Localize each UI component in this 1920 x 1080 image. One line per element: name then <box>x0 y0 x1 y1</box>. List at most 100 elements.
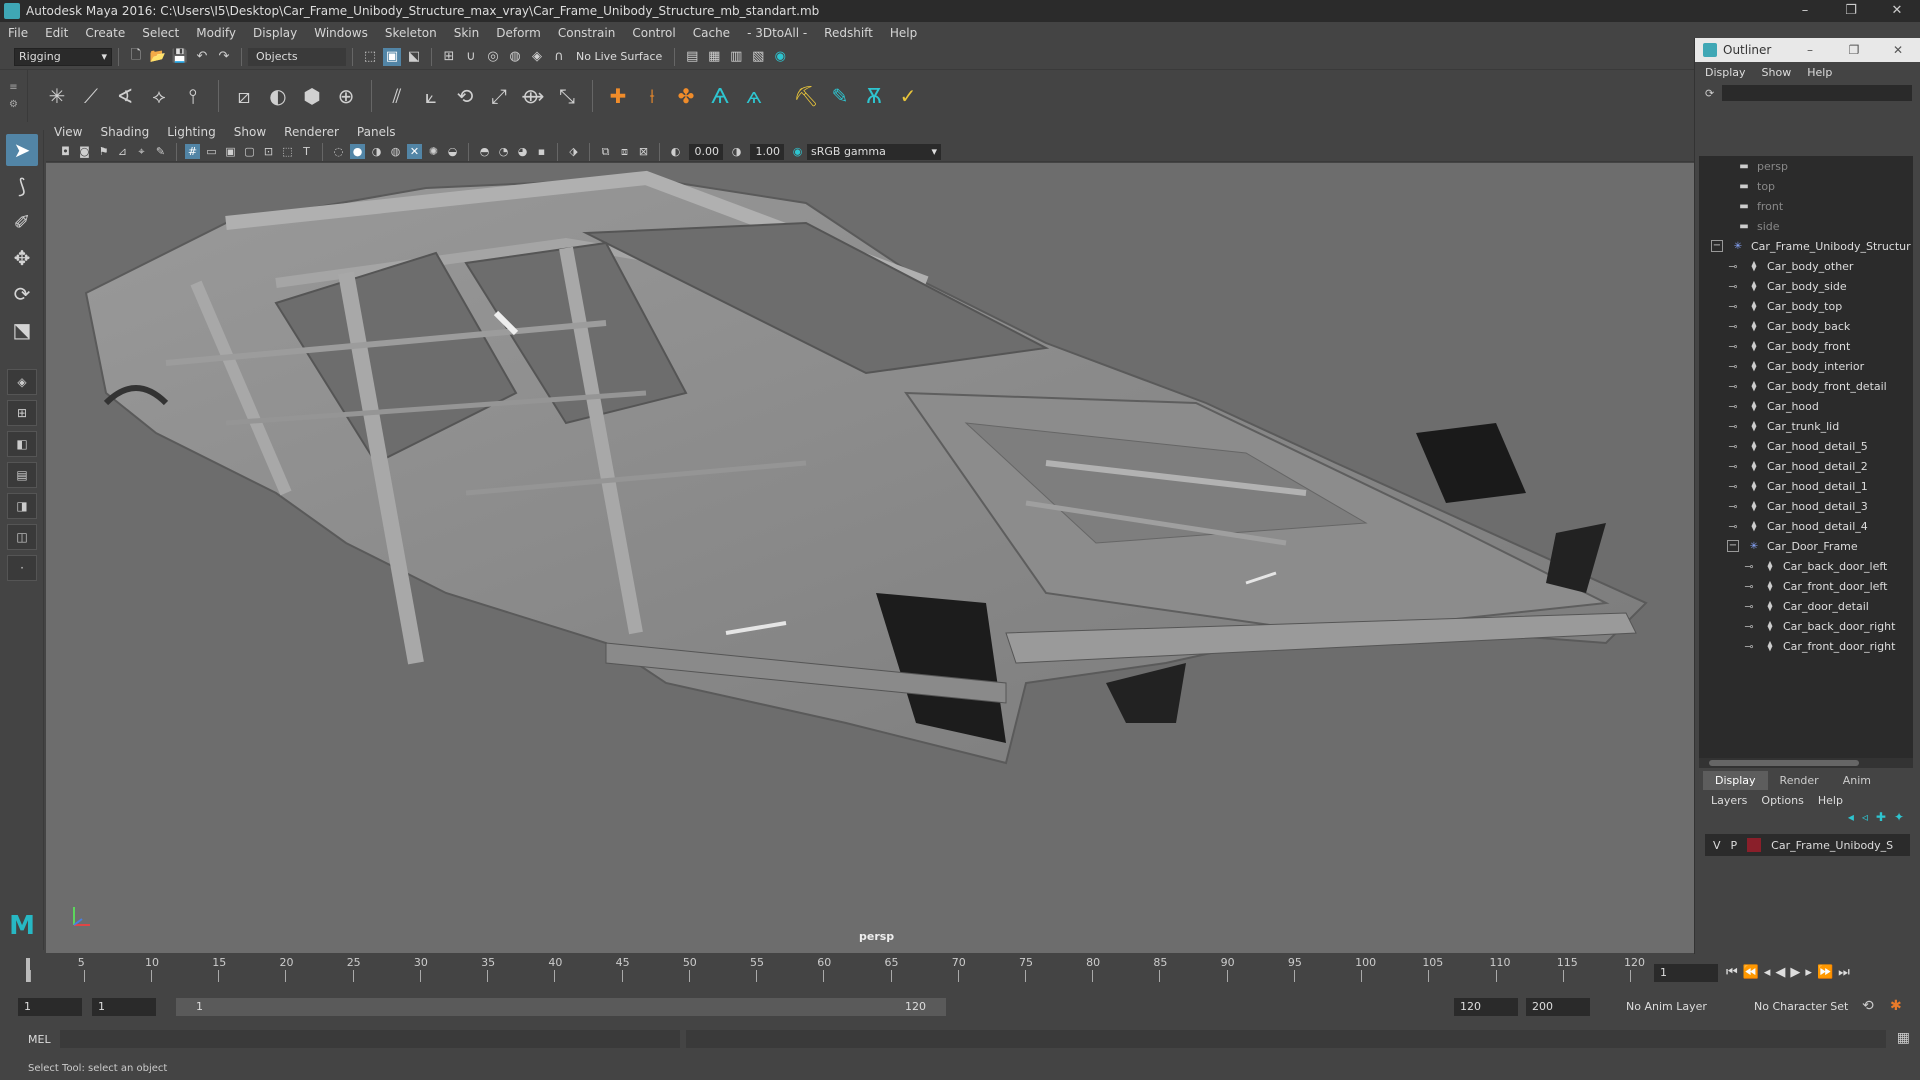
outliner-item[interactable]: ⊸ ⧫ Car_front_door_right <box>1699 636 1913 656</box>
persp-graph-layout-icon[interactable]: ▤ <box>7 462 37 488</box>
refresh-icon[interactable]: ⟳ <box>1705 87 1714 100</box>
motion-blur-icon[interactable]: ▪ <box>534 144 549 159</box>
menu-skin[interactable]: Skin <box>454 26 480 40</box>
cv-curve-icon[interactable]: ✤ <box>671 81 701 111</box>
current-time-indicator[interactable] <box>26 958 30 982</box>
four-view-layout-icon[interactable]: ⊞ <box>7 400 37 426</box>
outliner-menu-help[interactable]: Help <box>1807 66 1832 79</box>
exposure-field[interactable]: 0.00 <box>689 143 723 160</box>
insert-joint-icon[interactable]: ⟡ <box>144 81 174 111</box>
menu-windows[interactable]: Windows <box>314 26 368 40</box>
single-perspective-layout-icon[interactable]: ◈ <box>7 369 37 395</box>
view-transform-dropdown[interactable]: sRGB gamma ▾ <box>807 143 941 160</box>
cluster-icon[interactable]: ⊕ <box>331 81 361 111</box>
frame-all-icon[interactable]: ⧉ <box>598 144 613 159</box>
tab-display[interactable]: Display <box>1703 771 1768 790</box>
outliner-item[interactable]: ⊸ ⧫ Car_body_interior <box>1699 356 1913 376</box>
menuset-dropdown[interactable]: Rigging ▾ <box>14 47 112 66</box>
menu-redshift[interactable]: Redshift <box>824 26 873 40</box>
camera-attributes-icon[interactable]: ◙ <box>77 144 92 159</box>
ik-spline-icon[interactable]: ∢ <box>110 81 140 111</box>
outliner-search-input[interactable] <box>1722 85 1912 101</box>
script-editor-icon[interactable]: ▦ <box>1897 1030 1910 1046</box>
preferences-icon[interactable]: ✱ <box>1890 998 1902 1014</box>
redo-icon[interactable]: ↷ <box>215 48 233 66</box>
scrollbar-thumb[interactable] <box>1709 760 1859 766</box>
step-back-frame-icon[interactable]: ◂ <box>1764 965 1771 980</box>
wireframe-icon[interactable]: ◌ <box>331 144 346 159</box>
screen-space-ao-icon[interactable]: ◕ <box>515 144 530 159</box>
outliner-menu-show[interactable]: Show <box>1762 66 1792 79</box>
resolution-gate-icon[interactable]: ▣ <box>223 144 238 159</box>
live-surface-label[interactable]: No Live Surface <box>576 50 662 63</box>
command-input[interactable] <box>60 1030 680 1048</box>
snap-curve-icon[interactable]: ∪ <box>462 48 480 66</box>
xray-joints-icon[interactable]: ✺ <box>426 144 441 159</box>
rotate-tool-icon[interactable]: ⟳ <box>6 278 38 310</box>
hud-icon[interactable]: ⊠ <box>636 144 651 159</box>
viewport-menu-lighting[interactable]: Lighting <box>167 125 216 139</box>
menu-create[interactable]: Create <box>85 26 125 40</box>
play-backwards-icon[interactable]: ◀ <box>1775 965 1785 980</box>
paint-select-icon[interactable]: ✐ <box>6 206 38 238</box>
safe-title-icon[interactable]: T <box>299 144 314 159</box>
color-management-icon[interactable]: ◉ <box>790 144 805 159</box>
outliner-item[interactable]: ▬ top <box>1699 176 1913 196</box>
outliner-item[interactable]: ⊸ ⧫ Car_hood <box>1699 396 1913 416</box>
anim-layer-dropdown[interactable]: No Anim Layer <box>1626 1000 1707 1013</box>
check-icon[interactable]: ✓ <box>893 81 923 111</box>
point-constraint-icon[interactable]: ⫽ <box>382 81 412 111</box>
wireframe-on-shaded-icon[interactable]: ◍ <box>388 144 403 159</box>
layer-row[interactable]: V P Car_Frame_Unibody_S <box>1705 834 1910 856</box>
smooth-skin-icon[interactable]: ◐ <box>263 81 293 111</box>
image-plane-icon[interactable]: ⊿ <box>115 144 130 159</box>
outliner-item[interactable]: ⊸ ⧫ Car_body_front <box>1699 336 1913 356</box>
maximize-button[interactable]: ❐ <box>1828 0 1874 22</box>
new-layer-icon[interactable]: ✚ <box>1876 810 1886 830</box>
snap-grid-icon[interactable]: ⊞ <box>440 48 458 66</box>
menu-select[interactable]: Select <box>142 26 179 40</box>
render-settings-icon[interactable]: ▤ <box>683 48 701 66</box>
layer-color-swatch[interactable] <box>1747 838 1762 852</box>
outliner-item[interactable]: ⊸ ⧫ Car_hood_detail_3 <box>1699 496 1913 516</box>
menu-edit[interactable]: Edit <box>45 26 68 40</box>
go-to-start-icon[interactable]: ⏮ <box>1726 965 1738 980</box>
hik-icon[interactable]: Ѧ <box>705 81 735 111</box>
menu-file[interactable]: File <box>8 26 28 40</box>
outliner-item[interactable]: ▬ persp <box>1699 156 1913 176</box>
step-forward-frame-icon[interactable]: ▸ <box>1805 965 1812 980</box>
snap-surface-icon[interactable]: ◈ <box>528 48 546 66</box>
menu-display[interactable]: Display <box>253 26 297 40</box>
close-button[interactable]: ✕ <box>1874 0 1920 22</box>
layer-menu-options[interactable]: Options <box>1761 794 1803 807</box>
range-slider-bar[interactable]: 1 120 <box>176 998 946 1016</box>
outliner-item[interactable]: ⊸ ⧫ Car_door_detail <box>1699 596 1913 616</box>
playback-end-field[interactable]: 120 <box>1454 998 1518 1016</box>
move-layer-down-icon[interactable]: ◃ <box>1862 810 1868 830</box>
use-all-lights-icon[interactable]: ◓ <box>477 144 492 159</box>
skin-weights-icon[interactable]: ⛏ <box>791 81 821 111</box>
viewport-menu-show[interactable]: Show <box>234 125 266 139</box>
mirror-joint-icon[interactable]: ⫯ <box>178 81 208 111</box>
outliner-item[interactable]: ⊸ ⧫ Car_hood_detail_2 <box>1699 456 1913 476</box>
hypershade-icon[interactable]: ◉ <box>771 48 789 66</box>
parent-constraint-icon[interactable]: ⟴ <box>518 81 548 111</box>
outliner-item[interactable]: ⊸ ⧫ Car_hood_detail_4 <box>1699 516 1913 536</box>
end-time-field[interactable]: 200 <box>1526 998 1590 1016</box>
menu-modify[interactable]: Modify <box>196 26 236 40</box>
outliner-item[interactable]: ⊸ ⧫ Car_hood_detail_5 <box>1699 436 1913 456</box>
time-slider[interactable]: 5 10 15 20 25 30 35 40 45 50 55 60 65 70 75 80 85 90 95 100… <box>26 954 1662 984</box>
step-forward-key-icon[interactable]: ⏩ <box>1817 965 1833 980</box>
camera-icon[interactable]: ◘ <box>58 144 73 159</box>
outliner-item[interactable]: ⊸ ⧫ Car_body_side <box>1699 276 1913 296</box>
outliner-item[interactable]: ⊸ ⧫ Car_back_door_left <box>1699 556 1913 576</box>
layer-menu-help[interactable]: Help <box>1818 794 1843 807</box>
move-tool-icon[interactable]: ✥ <box>6 242 38 274</box>
lasso-tool-icon[interactable]: ⟆ <box>6 170 38 202</box>
scale-constraint-icon[interactable]: ⤢ <box>484 81 514 111</box>
menu-control[interactable]: Control <box>632 26 675 40</box>
outliner-item[interactable]: ⊸ ⧫ Car_body_other <box>1699 256 1913 276</box>
outliner-item[interactable]: ⊸ ⧫ Car_back_door_right <box>1699 616 1913 636</box>
command-language-label[interactable]: MEL <box>0 1033 60 1046</box>
viewport-menu-panels[interactable]: Panels <box>357 125 396 139</box>
